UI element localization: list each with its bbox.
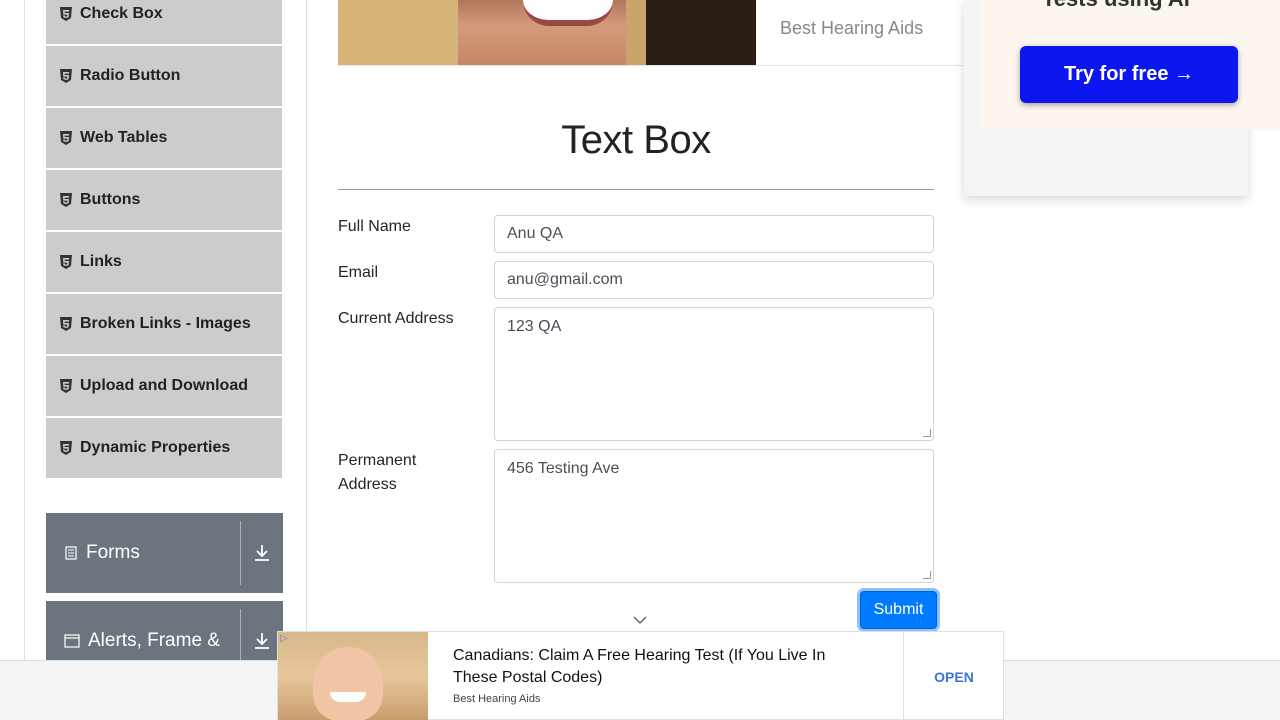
- html5-icon: [60, 193, 72, 207]
- html5-icon: [60, 7, 72, 21]
- sidebar-group-label: Forms: [86, 542, 140, 563]
- sidebar-item-radio-button[interactable]: Radio Button: [46, 46, 282, 108]
- ad-source: Best Hearing Aids: [453, 693, 541, 705]
- sidebar-item-label: Dynamic Properties: [80, 439, 231, 456]
- html5-icon: [60, 69, 72, 83]
- document-icon: [65, 546, 77, 560]
- title-divider: [338, 189, 934, 190]
- email-input[interactable]: anu@gmail.com: [494, 261, 934, 299]
- submit-button[interactable]: Submit: [860, 591, 937, 629]
- sidebar-item-broken-links[interactable]: Broken Links - Images: [46, 294, 282, 356]
- ad-headline: Canadians: Claim A Free Hearing Test (If…: [453, 647, 826, 686]
- permanent-address-textarea[interactable]: 456 Testing Ave: [494, 449, 934, 583]
- sidebar-item-check-box[interactable]: Check Box: [46, 0, 282, 46]
- sidebar-item-label: Broken Links - Images: [80, 315, 251, 332]
- sidebar-border: [24, 0, 25, 720]
- window-icon: [64, 634, 80, 648]
- current-address-textarea[interactable]: 123 QA: [494, 307, 934, 441]
- ad-headline: Tests using AI: [1042, 0, 1190, 12]
- content-border: [306, 0, 307, 720]
- html5-icon: [60, 255, 72, 269]
- sidebar-group-label: Alerts, Frame &: [88, 630, 220, 651]
- open-button[interactable]: OPEN: [904, 632, 1004, 720]
- sidebar-item-upload-download[interactable]: Upload and Download: [46, 356, 282, 418]
- sidebar-group-forms[interactable]: Forms: [46, 513, 283, 593]
- sidebar-item-dynamic-properties[interactable]: Dynamic Properties: [46, 418, 282, 480]
- elements-menu-list: Check Box Radio Button Web Tables Button…: [46, 0, 282, 480]
- sidebar-item-label: Links: [80, 253, 122, 270]
- html5-icon: [60, 317, 72, 331]
- sidebar-item-web-tables[interactable]: Web Tables: [46, 108, 282, 170]
- sidebar-item-label: Web Tables: [80, 129, 168, 146]
- adchoices-icon[interactable]: ▷: [280, 633, 288, 644]
- page: Check Box Radio Button Web Tables Button…: [0, 0, 1280, 720]
- ad-photo: [338, 0, 756, 65]
- html5-icon: [60, 379, 72, 393]
- full-name-input[interactable]: Anu QA: [494, 215, 934, 253]
- top-ad-banner[interactable]: Best Hearing Aids: [338, 0, 968, 66]
- resize-handle[interactable]: [923, 429, 931, 437]
- sidebar-item-label: Radio Button: [80, 67, 181, 84]
- page-title: Text Box: [561, 118, 711, 162]
- resize-handle[interactable]: [923, 571, 931, 579]
- try-for-free-button[interactable]: Try for free →: [1020, 46, 1238, 103]
- html5-icon: [60, 441, 72, 455]
- sidebar-item-label: Upload and Download: [80, 377, 248, 394]
- current-address-label: Current Address: [338, 310, 454, 327]
- sidebar-item-buttons[interactable]: Buttons: [46, 170, 282, 232]
- download-icon[interactable]: [241, 544, 283, 562]
- right-ad-banner[interactable]: Tests using AI Try for free →: [964, 0, 1280, 196]
- sidebar-item-label: Check Box: [80, 5, 163, 22]
- bottom-ad-banner[interactable]: ▷ Canadians: Claim A Free Hearing Test (…: [277, 631, 1004, 720]
- email-label: Email: [338, 264, 379, 281]
- ad-thumbnail: [278, 632, 428, 720]
- full-name-label: Full Name: [338, 218, 411, 235]
- sidebar-item-links[interactable]: Links: [46, 232, 282, 294]
- chevron-down-icon[interactable]: [632, 614, 648, 626]
- html5-icon: [60, 131, 72, 145]
- ad-brand: Best Hearing Aids: [780, 18, 924, 38]
- permanent-address-label: Permanent Address: [338, 452, 417, 493]
- sidebar-item-label: Buttons: [80, 191, 141, 208]
